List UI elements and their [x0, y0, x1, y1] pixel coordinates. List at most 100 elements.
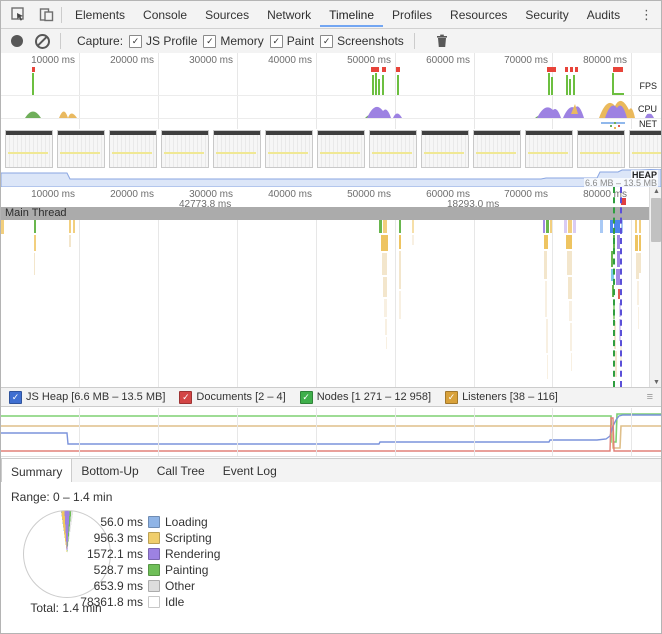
chart-mark [573, 220, 576, 233]
capture-toolbar: Capture: ✓ JS Profile ✓ Memory ✓ Paint ✓… [1, 29, 661, 54]
clear-icon[interactable] [35, 34, 50, 49]
counter-toggle-documents[interactable]: ✓ Documents [2 – 4] [179, 391, 285, 404]
main-ruler: 10000 ms 20000 ms 30000 ms 40000 ms 5000… [1, 187, 661, 220]
summary-value: 1572.1 ms [31, 547, 143, 561]
screenshot-thumbnail[interactable] [317, 130, 365, 168]
chart-mark [32, 73, 34, 95]
chart-mark [566, 235, 572, 249]
tab-security[interactable]: Security [516, 2, 577, 27]
tab-console[interactable]: Console [134, 2, 196, 27]
screenshot-thumbnail[interactable] [629, 130, 662, 168]
checkbox-icon: ✓ [445, 391, 458, 404]
chart-mark [544, 235, 548, 249]
chart-mark [69, 220, 71, 233]
chart-mark [612, 93, 624, 95]
cpu-row-label: CPU [637, 104, 658, 114]
checkbox-paint[interactable]: ✓ Paint [270, 34, 314, 48]
screenshot-thumbnail[interactable] [421, 130, 469, 168]
chart-mark [399, 251, 401, 289]
category-swatch [148, 532, 160, 544]
counters-graph[interactable] [1, 408, 661, 457]
screenshot-thumbnail[interactable] [369, 130, 417, 168]
ruler-label: 50000 ms [327, 189, 391, 200]
category-swatch [148, 548, 160, 560]
chart-mark [372, 75, 374, 95]
tab-summary[interactable]: Summary [1, 459, 72, 483]
tab-resources[interactable]: Resources [441, 2, 516, 27]
screenshot-thumbnail[interactable] [525, 130, 573, 168]
counter-toggle-js-heap[interactable]: ✓ JS Heap [6.6 MB – 13.5 MB] [9, 391, 165, 404]
ruler-label: 80000 ms [563, 55, 627, 66]
screenshot-thumbnail[interactable] [213, 130, 261, 168]
chart-mark [571, 353, 572, 371]
counter-label: Documents [2 – 4] [196, 391, 285, 403]
screenshot-thumbnail[interactable] [57, 130, 105, 168]
checkbox-icon: ✓ [300, 391, 313, 404]
devtools-tabbar: Elements Console Sources Network Timelin… [1, 1, 661, 29]
chart-mark [69, 235, 71, 247]
tab-audits[interactable]: Audits [578, 2, 629, 27]
main-thread-header[interactable]: Main Thread [1, 207, 650, 220]
menu-icon[interactable]: ⋮ [640, 7, 653, 23]
counter-toggle-nodes[interactable]: ✓ Nodes [1 271 – 12 958] [300, 391, 431, 404]
screenshot-thumbnail[interactable] [5, 130, 53, 168]
heap-overview[interactable]: HEAP 6.6 MB – 13.5 MB [1, 169, 661, 188]
scroll-up-icon[interactable]: ▲ [650, 188, 662, 195]
chart-mark [378, 79, 380, 95]
tab-timeline[interactable]: Timeline [320, 2, 383, 27]
ruler-label: 20000 ms [90, 189, 154, 200]
chart-mark [412, 235, 414, 245]
device-toolbar-icon[interactable] [35, 6, 57, 24]
chart-mark [547, 355, 548, 379]
record-icon[interactable] [11, 35, 23, 47]
grip-icon[interactable]: ≡ [647, 394, 653, 400]
chart-mark [382, 67, 386, 72]
details-tabbar: Summary Bottom-Up Call Tree Event Log [1, 458, 661, 483]
chart-mark [570, 323, 572, 351]
screenshot-thumbnail[interactable] [265, 130, 313, 168]
tab-elements[interactable]: Elements [66, 2, 134, 27]
chart-mark [565, 67, 568, 72]
chart-mark [79, 408, 80, 456]
category-swatch [148, 516, 160, 528]
counter-toggle-listeners[interactable]: ✓ Listeners [38 – 116] [445, 391, 558, 404]
checkbox-screenshots[interactable]: ✓ Screenshots [320, 34, 404, 48]
tab-bottom-up[interactable]: Bottom-Up [72, 459, 147, 482]
tab-network[interactable]: Network [258, 2, 320, 27]
summary-row-other: 653.9 ms Other [31, 578, 220, 594]
chart-mark [631, 408, 632, 456]
checkbox-icon: ✓ [179, 391, 192, 404]
checkbox-js-profile[interactable]: ✓ JS Profile [129, 34, 197, 48]
ruler-label: 40000 ms [248, 189, 312, 200]
flame-chart[interactable] [1, 220, 661, 387]
summary-value: 56.0 ms [31, 515, 143, 529]
trash-icon[interactable] [431, 32, 453, 50]
inspect-element-icon[interactable] [7, 6, 29, 24]
chart-mark [550, 220, 552, 233]
screenshot-thumbnail[interactable] [109, 130, 157, 168]
tab-sources[interactable]: Sources [196, 2, 258, 27]
chart-mark [546, 220, 549, 233]
tab-event-log[interactable]: Event Log [214, 459, 286, 482]
screenshot-thumbnail[interactable] [577, 130, 625, 168]
scrollbar-thumb[interactable] [651, 198, 661, 242]
checkbox-label: Paint [287, 34, 314, 48]
summary-panel: Range: 0 – 1.4 min Total: 1.4 min 56.0 m… [1, 482, 661, 633]
ruler-label: 80000 ms [563, 189, 627, 200]
tab-call-tree[interactable]: Call Tree [148, 459, 214, 482]
chart-mark [382, 75, 384, 95]
vertical-scrollbar[interactable]: ▲ ▼ [649, 187, 662, 387]
scroll-down-icon[interactable]: ▼ [650, 379, 662, 386]
screenshot-thumbnail[interactable] [473, 130, 521, 168]
checkbox-memory[interactable]: ✓ Memory [203, 34, 263, 48]
chart-mark [545, 281, 547, 317]
chart-mark [79, 220, 80, 387]
chart-mark [635, 235, 638, 251]
timeline-overview[interactable]: 10000 ms 20000 ms 30000 ms 40000 ms 5000… [1, 53, 661, 129]
tab-profiles[interactable]: Profiles [383, 2, 441, 27]
chart-mark [237, 408, 238, 456]
screenshot-thumbnail[interactable] [161, 130, 209, 168]
chart-mark [566, 75, 568, 95]
chart-mark [158, 220, 159, 387]
checkbox-icon: ✓ [9, 391, 22, 404]
